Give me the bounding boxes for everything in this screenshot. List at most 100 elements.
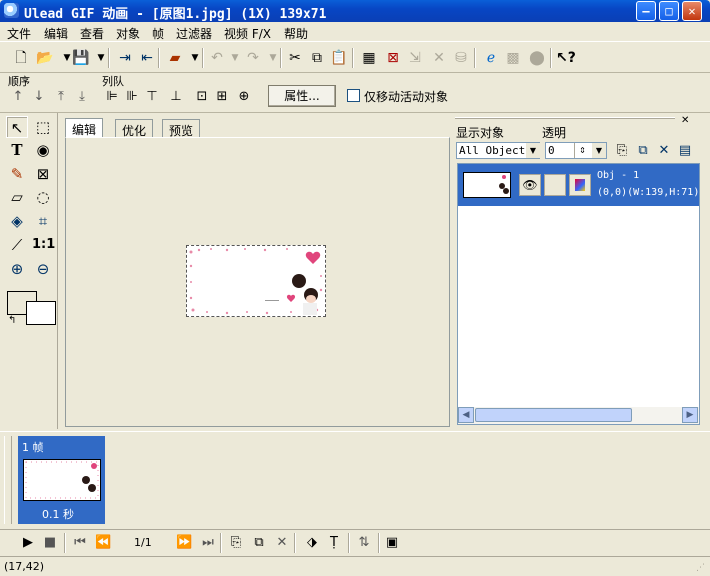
align-middle-icon[interactable]: ⊞: [214, 89, 230, 105]
tab-optimize[interactable]: 优化: [115, 119, 154, 138]
add-frame-icon[interactable]: ⎘: [228, 535, 244, 551]
last-frame-icon[interactable]: ⏭: [200, 535, 216, 551]
panel-close-icon[interactable]: ✕: [681, 115, 689, 126]
tab-edit[interactable]: 编辑: [65, 118, 104, 138]
horizontal-scrollbar[interactable]: ◀ ▶: [458, 407, 699, 424]
duplicate-frame-icon[interactable]: ⧉: [251, 535, 267, 551]
scroll-left-icon[interactable]: ◀: [458, 407, 474, 423]
menu-video-fx[interactable]: 视频 F/X: [224, 25, 271, 42]
bring-forward-icon[interactable]: ↑: [10, 89, 26, 105]
frame-thumbnail[interactable]: 1 帧 0.1 秒: [18, 436, 105, 524]
menu-object[interactable]: 对象: [116, 25, 140, 42]
align-center-icon[interactable]: ⊡: [194, 89, 210, 105]
color-mode-icon[interactable]: [569, 174, 591, 196]
opacity-input[interactable]: 0 ⇕ ▼: [545, 142, 607, 159]
add-object-icon[interactable]: ⎘: [614, 143, 630, 159]
align-left-icon[interactable]: ⊫: [104, 89, 120, 105]
save-icon[interactable]: 💾: [72, 49, 90, 67]
chevron-down-icon[interactable]: ▼: [526, 143, 540, 158]
menu-file[interactable]: 文件: [7, 25, 31, 42]
maximize-button[interactable]: □: [659, 1, 679, 21]
align-bottom-icon[interactable]: ⊥: [168, 89, 184, 105]
browser-preview-icon[interactable]: ℯ: [482, 49, 500, 67]
zoom-out-icon[interactable]: ⊖: [32, 258, 54, 280]
lasso-tool-icon[interactable]: ◌: [32, 186, 54, 208]
align-right-icon[interactable]: ⊪: [124, 89, 140, 105]
optimize-icon[interactable]: ⊠: [384, 49, 402, 67]
object-row[interactable]: 👁 Obj - 1 (0,0)(W:139,H:71): [458, 164, 699, 206]
menu-edit[interactable]: 编辑: [44, 25, 68, 42]
duplicate-object-icon[interactable]: ⧉: [635, 143, 651, 159]
undo-dropdown-icon[interactable]: ▼: [226, 49, 244, 67]
properties-button[interactable]: 属性...: [268, 85, 336, 107]
send-to-back-icon[interactable]: ⤓: [74, 89, 90, 105]
scroll-right-icon[interactable]: ▶: [682, 407, 698, 423]
delete-object-icon[interactable]: ✕: [656, 143, 672, 159]
export-icon[interactable]: ⇤: [138, 49, 156, 67]
first-frame-icon[interactable]: ⏮: [72, 535, 88, 551]
panel-grip[interactable]: [455, 117, 675, 119]
menu-view[interactable]: 查看: [80, 25, 104, 42]
help-icon[interactable]: ↖?: [556, 49, 576, 67]
color-icon[interactable]: ▰: [166, 49, 184, 67]
delete-icon[interactable]: ✕: [430, 49, 448, 67]
swap-colors-icon[interactable]: ↰: [8, 315, 16, 326]
app-icon[interactable]: [4, 3, 19, 18]
opacity-spinner[interactable]: ⇕: [574, 143, 590, 158]
marquee-tool-icon[interactable]: ⌗: [32, 210, 54, 232]
close-button[interactable]: ✕: [682, 1, 702, 21]
menu-filter[interactable]: 过滤器: [176, 25, 212, 42]
brush-tool-icon[interactable]: ✎: [6, 163, 28, 185]
eye-visibility-icon[interactable]: 👁: [519, 174, 541, 196]
transform-tool-icon[interactable]: ⊠: [32, 163, 54, 185]
tween-icon[interactable]: ⇲: [406, 49, 424, 67]
bring-to-front-icon[interactable]: ⤒: [53, 89, 69, 105]
eraser-tool-icon[interactable]: ▱: [6, 186, 28, 208]
scroll-thumb[interactable]: [475, 408, 632, 422]
play-tool-icon[interactable]: ◉: [32, 139, 54, 161]
next-frame-icon[interactable]: ⏩: [176, 535, 192, 551]
undo-icon[interactable]: ↶: [208, 49, 226, 67]
open-folder-icon[interactable]: 📂: [36, 49, 54, 67]
tween-frame-icon[interactable]: ⬗: [304, 535, 320, 551]
pick-tool-icon[interactable]: ↖: [6, 116, 28, 138]
menu-help[interactable]: 帮助: [284, 25, 308, 42]
redo-icon[interactable]: ↷: [244, 49, 262, 67]
preview-window-icon[interactable]: ▩: [504, 49, 522, 67]
tab-preview[interactable]: 预览: [162, 119, 201, 138]
move-active-only-checkbox[interactable]: [347, 89, 360, 102]
import-icon[interactable]: ⇥: [116, 49, 134, 67]
frame-properties-icon[interactable]: ▦: [360, 49, 378, 67]
align-both-icon[interactable]: ⊕: [236, 89, 252, 105]
stop-icon[interactable]: ■: [42, 535, 58, 551]
show-objects-select[interactable]: All Objects ▼: [456, 142, 540, 159]
share-icon[interactable]: ⛁: [452, 49, 470, 67]
crop-tool-icon[interactable]: ⬚: [32, 116, 54, 138]
cut-icon[interactable]: ✂: [286, 49, 304, 67]
play-icon[interactable]: ▶: [20, 535, 36, 551]
delete-frame-icon[interactable]: ✕: [274, 535, 290, 551]
reverse-frames-icon[interactable]: ⇅: [356, 535, 372, 551]
frame-properties-icon[interactable]: ▣: [384, 535, 400, 551]
resize-grip-icon[interactable]: ⋰: [696, 563, 705, 573]
lock-toggle[interactable]: [544, 174, 566, 196]
eyedropper-tool-icon[interactable]: ⟋: [6, 234, 28, 256]
align-top-icon[interactable]: ⊤: [144, 89, 160, 105]
ulead-web-icon[interactable]: ⬤: [528, 49, 546, 67]
paste-icon[interactable]: 📋: [330, 49, 348, 67]
chevron-down-icon[interactable]: ▼: [592, 143, 606, 158]
frame-panel-grip[interactable]: [4, 436, 12, 524]
background-color-swatch[interactable]: [26, 301, 56, 325]
previous-frame-icon[interactable]: ⏪: [95, 535, 111, 551]
text-frame-icon[interactable]: Ṭ: [326, 535, 342, 551]
new-file-icon[interactable]: 🗋: [12, 49, 30, 67]
send-backward-icon[interactable]: ↓: [31, 89, 47, 105]
gif-image[interactable]: [186, 245, 326, 317]
zoom-in-icon[interactable]: ⊕: [6, 258, 28, 280]
text-tool-icon[interactable]: T: [6, 139, 28, 161]
copy-icon[interactable]: ⧉: [308, 49, 326, 67]
fill-tool-icon[interactable]: ◈: [6, 210, 28, 232]
menu-frame[interactable]: 帧: [152, 25, 164, 42]
object-properties-icon[interactable]: ▤: [677, 143, 693, 159]
actual-size-icon[interactable]: 1:1: [32, 234, 55, 256]
